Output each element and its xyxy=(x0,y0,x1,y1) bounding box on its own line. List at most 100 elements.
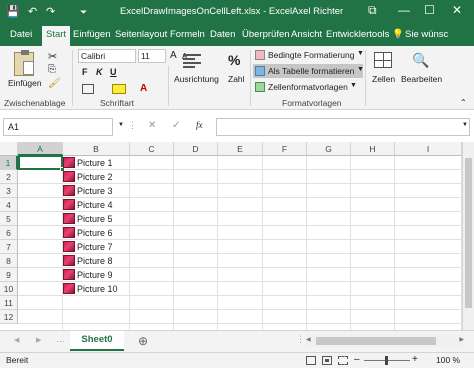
close-icon[interactable]: ✕ xyxy=(452,3,462,17)
tab-formeln[interactable]: Formeln xyxy=(170,29,205,40)
scrollbar-thumb[interactable] xyxy=(316,337,436,345)
bold-button[interactable]: F xyxy=(82,67,88,77)
column-header[interactable]: F xyxy=(263,142,307,156)
name-box[interactable]: A1 xyxy=(3,118,113,136)
font-size-combo[interactable]: 11 xyxy=(138,49,166,63)
picture-image[interactable] xyxy=(63,157,75,168)
tab-daten[interactable]: Daten xyxy=(210,29,235,40)
column-header[interactable]: D xyxy=(174,142,218,156)
formula-input[interactable] xyxy=(216,118,470,136)
column-header[interactable]: I xyxy=(395,142,462,156)
expand-formula-bar-icon[interactable]: ▼ xyxy=(462,122,468,128)
confirm-icon[interactable]: ✓ xyxy=(172,120,180,131)
prev-sheet-icon[interactable]: ◀ xyxy=(14,336,19,344)
sheet-tab-active[interactable]: Sheet0 xyxy=(70,331,124,351)
ribbon-display-options-icon[interactable]: ⧉ xyxy=(368,3,377,18)
copy-icon[interactable]: ⎘ xyxy=(48,64,56,75)
tab-einfuegen[interactable]: Einfügen xyxy=(73,29,111,40)
row-header[interactable]: 11 xyxy=(0,296,18,310)
tab-entwicklertools[interactable]: Entwicklertools xyxy=(326,29,389,40)
picture-image[interactable] xyxy=(63,283,75,294)
format-painter-icon[interactable]: 🖌 xyxy=(48,78,61,89)
row-header[interactable]: 2 xyxy=(0,170,18,184)
column-header[interactable]: B xyxy=(63,142,130,156)
zoom-in-button[interactable]: + xyxy=(412,354,418,365)
horizontal-scrollbar[interactable]: ◀ ▶ xyxy=(306,335,464,347)
scroll-left-icon[interactable]: ◀ xyxy=(306,336,311,343)
select-all-corner[interactable] xyxy=(0,142,18,156)
insert-function-icon[interactable]: fx xyxy=(196,120,203,130)
picture-image[interactable] xyxy=(63,269,75,280)
tab-datei[interactable]: Datei xyxy=(10,29,32,40)
scroll-right-icon[interactable]: ▶ xyxy=(459,336,464,343)
borders-icon[interactable] xyxy=(82,84,94,94)
collapse-ribbon-icon[interactable]: ⌃ xyxy=(460,98,467,107)
page-layout-view-icon[interactable] xyxy=(322,356,332,365)
user-name[interactable]: Axel Richter xyxy=(292,6,343,17)
format-as-table-button[interactable]: Als Tabelle formatieren xyxy=(268,66,354,76)
cut-icon[interactable]: ✂ xyxy=(48,50,57,63)
save-icon[interactable]: 💾 xyxy=(6,5,20,18)
zoom-slider-thumb[interactable] xyxy=(385,356,388,365)
font-color-icon[interactable]: A xyxy=(140,83,147,94)
selected-cell-a1[interactable] xyxy=(18,155,63,170)
row-header[interactable]: 7 xyxy=(0,240,18,254)
vertical-scrollbar[interactable] xyxy=(462,142,474,330)
alignment-icon[interactable] xyxy=(183,54,201,70)
row-header[interactable]: 5 xyxy=(0,212,18,226)
row-header[interactable]: 3 xyxy=(0,184,18,198)
normal-view-icon[interactable] xyxy=(306,356,316,365)
chevron-down-icon[interactable]: ▼ xyxy=(118,122,124,128)
more-sheets-icon[interactable]: … xyxy=(56,334,65,344)
conditional-formatting-button[interactable]: Bedingte Formatierung xyxy=(268,50,354,60)
next-sheet-icon[interactable]: ▶ xyxy=(36,336,41,344)
editing-button[interactable]: Bearbeiten xyxy=(401,74,442,84)
picture-image[interactable] xyxy=(63,213,75,224)
customize-quick-access-icon[interactable]: ⏷ xyxy=(80,7,87,18)
page-break-view-icon[interactable] xyxy=(338,356,348,365)
row-header[interactable]: 12 xyxy=(0,310,18,324)
column-header[interactable]: H xyxy=(351,142,395,156)
paste-icon[interactable] xyxy=(14,50,34,76)
undo-icon[interactable]: ↶ xyxy=(28,5,37,18)
tab-seitenlayout[interactable]: Seitenlayout xyxy=(115,29,167,40)
row-header[interactable]: 6 xyxy=(0,226,18,240)
picture-image[interactable] xyxy=(63,199,75,210)
add-sheet-icon[interactable]: ⊕ xyxy=(138,334,148,348)
grow-font-icon[interactable]: A xyxy=(170,50,177,61)
zoom-level[interactable]: 100 % xyxy=(436,355,460,365)
cancel-icon[interactable]: ✕ xyxy=(148,120,156,131)
scrollbar-thumb[interactable] xyxy=(465,158,472,308)
column-header[interactable]: C xyxy=(130,142,174,156)
percent-icon[interactable]: % xyxy=(228,52,240,68)
picture-image[interactable] xyxy=(63,241,75,252)
row-header[interactable]: 9 xyxy=(0,268,18,282)
zoom-out-button[interactable]: – xyxy=(354,354,360,365)
picture-image[interactable] xyxy=(63,171,75,182)
row-header[interactable]: 10 xyxy=(0,282,18,296)
maximize-icon[interactable]: ☐ xyxy=(424,3,435,17)
italic-button[interactable]: K xyxy=(96,67,103,77)
column-header[interactable]: A xyxy=(18,142,63,156)
underline-button[interactable]: U xyxy=(110,67,117,77)
redo-icon[interactable]: ↷ xyxy=(46,5,55,18)
alignment-button[interactable]: Ausrichtung xyxy=(174,74,219,84)
chevron-down-icon[interactable]: ▼ xyxy=(357,50,364,57)
tab-ansicht[interactable]: Ansicht xyxy=(291,29,322,40)
font-name-combo[interactable]: Calibri xyxy=(78,49,136,63)
cell-styles-button[interactable]: Zellenformatvorlagen xyxy=(268,82,348,92)
cells-icon[interactable] xyxy=(374,52,392,68)
fill-color-icon[interactable] xyxy=(112,84,126,94)
picture-image[interactable] xyxy=(63,255,75,266)
paste-button[interactable]: Einfügen xyxy=(8,78,42,88)
worksheet-grid[interactable]: A B C D E F G H I 1 2 3 4 5 6 7 8 9 10 1… xyxy=(0,142,474,330)
chevron-down-icon[interactable]: ▼ xyxy=(350,82,357,89)
chevron-down-icon[interactable]: ▼ xyxy=(357,66,364,73)
cells-button[interactable]: Zellen xyxy=(372,74,395,84)
picture-image[interactable] xyxy=(63,227,75,238)
tab-ueberpruefen[interactable]: Überprüfen xyxy=(242,29,290,40)
row-header[interactable]: 4 xyxy=(0,198,18,212)
picture-image[interactable] xyxy=(63,185,75,196)
tell-me-box[interactable]: Sie wünsc xyxy=(405,29,448,40)
number-button[interactable]: Zahl xyxy=(228,74,245,84)
